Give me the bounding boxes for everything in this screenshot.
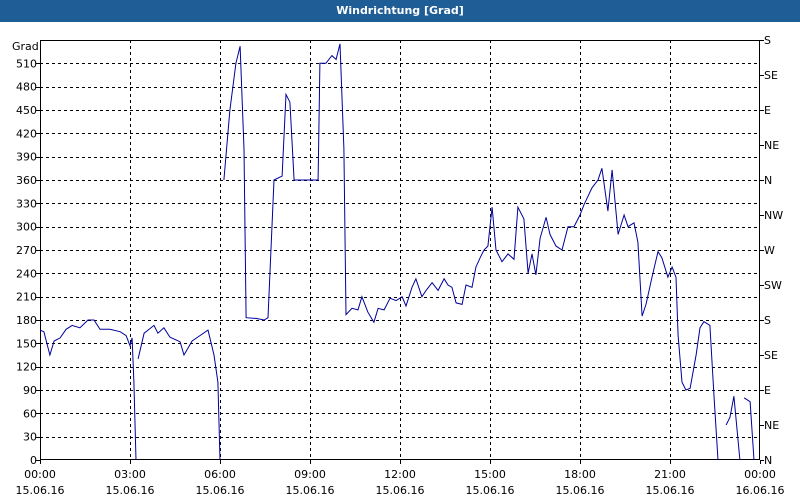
y-axis-ticks: 0 30 60 90 120 150 180 210 240 270 300 330 360 390 420… [16,57,40,467]
right-tick-label: SW [764,279,782,292]
y-tick-label: 270 [16,244,37,257]
y-tick-label: 180 [16,314,37,327]
y-tick-label: 210 [16,291,37,304]
x-tick-time: 06:00 [204,468,236,481]
right-axis-ticks: N NE E SE S SW W NW N NE E SE S [760,34,783,467]
x-tick-time: 12:00 [384,468,416,481]
y-tick-label: 330 [16,197,37,210]
right-tick-label: SE [764,69,778,82]
y-tick-label: 30 [23,431,37,444]
x-tick-date: 15.06.16 [286,484,335,497]
y-tick-label: 510 [16,57,37,70]
right-tick-label: S [764,314,771,327]
y-tick-label: 450 [16,104,37,117]
x-tick-time: 15:00 [474,468,506,481]
y-tick-label: 480 [16,81,37,94]
right-tick-label: NE [764,419,779,432]
y-tick-label: 60 [23,407,37,420]
x-tick-time: 18:00 [564,468,596,481]
x-tick-date: 15.06.16 [106,484,155,497]
y-tick-label: 360 [16,174,37,187]
right-tick-label: NW [764,209,783,222]
y-tick-label: 150 [16,337,37,350]
x-tick-time: 00:00 [744,468,776,481]
x-tick-time: 09:00 [294,468,326,481]
x-tick-time: 00:00 [24,468,56,481]
right-tick-label: N [764,454,772,467]
right-tick-label: S [764,34,771,47]
x-tick-time: 03:00 [114,468,146,481]
x-tick-date: 15.06.16 [646,484,695,497]
wind-direction-chart: 0 30 60 90 120 150 180 210 240 270 300 330 360 390 420… [12,34,785,497]
x-tick-time: 21:00 [654,468,686,481]
y-axis-label: Grad [12,40,39,53]
y-tick-label: 0 [30,454,37,467]
y-tick-label: 300 [16,221,37,234]
x-tick-date: 15.06.16 [466,484,515,497]
right-tick-label: E [764,384,771,397]
right-tick-label: SE [764,349,778,362]
y-tick-label: 420 [16,127,37,140]
right-tick-label: W [764,244,775,257]
x-tick-date: 15.06.16 [556,484,605,497]
x-tick-date: 15.06.16 [196,484,245,497]
x-axis-ticks: 00:00 15.06.16 03:00 15.06.16 06:00 15.06.16 0… [16,460,785,497]
x-tick-date: 15.06.16 [16,484,65,497]
right-tick-label: N [764,174,772,187]
x-tick-date: 15.06.16 [376,484,425,497]
y-tick-label: 390 [16,151,37,164]
y-tick-label: 120 [16,361,37,374]
y-tick-label: 90 [23,384,37,397]
right-tick-label: E [764,104,771,117]
right-tick-label: NE [764,139,779,152]
y-tick-label: 240 [16,267,37,280]
x-tick-date: 16.06.16 [736,484,785,497]
